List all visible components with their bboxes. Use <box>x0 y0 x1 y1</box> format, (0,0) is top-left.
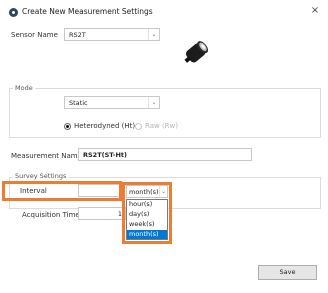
raw-radio-label: Raw (Rw) <box>145 122 179 130</box>
sensor-name-value: RS2T <box>69 31 86 39</box>
chevron-down-icon: ⌄ <box>148 97 159 108</box>
measurement-name-input[interactable]: RS2T(ST-Ht) <box>78 148 252 161</box>
save-button[interactable]: Save <box>258 265 317 280</box>
mode-select[interactable]: Static ⌄ <box>64 96 160 109</box>
sensor-name-select[interactable]: RS2T ⌄ <box>64 28 160 41</box>
window-title: Create New Measurement Settings <box>22 7 153 16</box>
mode-group <box>9 88 321 138</box>
survey-settings-group-title: Survey Settings <box>13 172 69 180</box>
raw-radio[interactable] <box>135 123 142 130</box>
heterodyned-radio[interactable] <box>64 123 71 130</box>
acquisition-time-label: Acquisition Time <box>22 211 80 219</box>
unit-dropdown-highlight-box <box>122 182 172 244</box>
measurement-name-label: Measurement Name <box>11 152 82 160</box>
interval-highlight-box <box>2 181 122 201</box>
acquisition-time-input[interactable]: 1 <box>78 207 126 220</box>
close-button[interactable]: × <box>309 5 321 17</box>
measurement-name-value: RS2T(ST-Ht) <box>83 151 127 159</box>
sensor-image <box>184 41 209 63</box>
mode-value: Static <box>69 99 88 107</box>
chevron-down-icon: ⌄ <box>148 29 159 40</box>
mode-group-title: Mode <box>13 84 35 92</box>
sensor-name-label: Sensor Name <box>11 31 58 39</box>
app-logo-icon <box>9 8 18 17</box>
create-measurement-settings-dialog: Create New Measurement Settings × Sensor… <box>0 0 328 293</box>
heterodyned-radio-label: Heterodyned (Ht) <box>74 122 136 130</box>
title-bar: Create New Measurement Settings × <box>0 0 328 24</box>
